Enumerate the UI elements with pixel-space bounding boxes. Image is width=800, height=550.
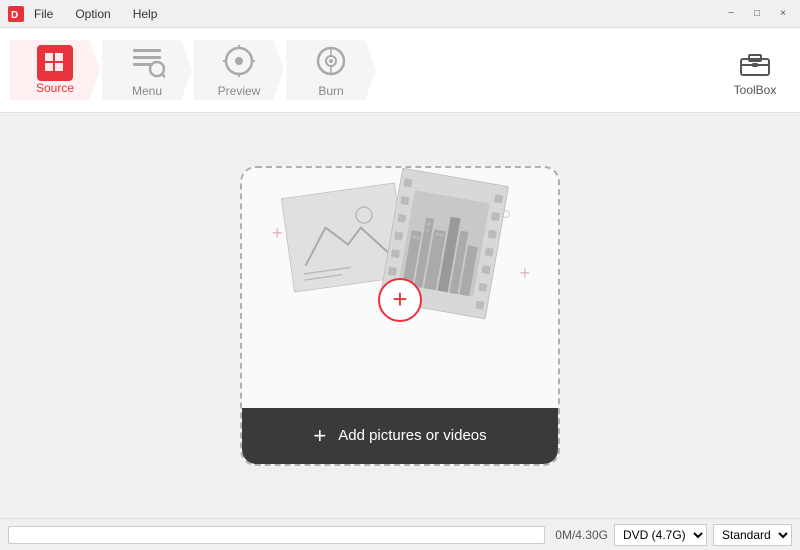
- tab-burn[interactable]: Burn: [286, 40, 376, 100]
- statusbar: 0M/4.30G DVD (4.7G) Standard: [0, 518, 800, 550]
- source-icon: [37, 45, 73, 81]
- tab-source[interactable]: Source: [10, 40, 100, 100]
- burn-icon: [313, 43, 349, 84]
- toolbox-icon: [737, 43, 773, 79]
- statusbar-right: 0M/4.30G DVD (4.7G) Standard: [555, 524, 792, 546]
- standard-select[interactable]: Standard: [713, 524, 792, 546]
- menu-option[interactable]: Option: [71, 5, 114, 23]
- menu-help[interactable]: Help: [129, 5, 162, 23]
- preview-icon: [221, 43, 257, 84]
- add-label: Add pictures or videos: [338, 427, 486, 444]
- toolbox-label: ToolBox: [734, 83, 777, 97]
- deco-plus-2: +: [519, 263, 530, 284]
- add-media-button[interactable]: + Add pictures or videos: [242, 408, 558, 464]
- tab-preview[interactable]: Preview: [194, 40, 284, 100]
- maximize-button[interactable]: □: [748, 6, 766, 22]
- source-tab-label: Source: [36, 81, 74, 95]
- disc-type-select[interactable]: DVD (4.7G): [614, 524, 707, 546]
- app-icon: D: [8, 6, 24, 22]
- preview-tab-label: Preview: [218, 84, 261, 98]
- svg-text:D: D: [11, 10, 18, 21]
- close-button[interactable]: ×: [774, 6, 792, 22]
- toolbar: Source Menu: [0, 28, 800, 113]
- add-plus-circle: +: [378, 278, 422, 322]
- deco-plus-1: +: [272, 223, 283, 244]
- titlebar: D File Option Help − □ ×: [0, 0, 800, 28]
- menu-tab-label: Menu: [132, 84, 162, 98]
- window-controls: − □ ×: [722, 6, 792, 22]
- menu-bar: File Option Help: [30, 5, 161, 23]
- add-plus-icon: +: [313, 423, 326, 449]
- menu-icon: [129, 43, 165, 84]
- size-info: 0M/4.30G: [555, 528, 608, 542]
- progress-bar: [8, 526, 545, 544]
- main-content: + +: [0, 113, 800, 518]
- toolbox-button[interactable]: ToolBox: [720, 33, 790, 108]
- menu-file[interactable]: File: [30, 5, 57, 23]
- tab-menu[interactable]: Menu: [102, 40, 192, 100]
- dropzone-illustration: + +: [242, 168, 558, 408]
- burn-tab-label: Burn: [318, 84, 343, 98]
- minimize-button[interactable]: −: [722, 6, 740, 22]
- dropzone[interactable]: + +: [240, 166, 560, 466]
